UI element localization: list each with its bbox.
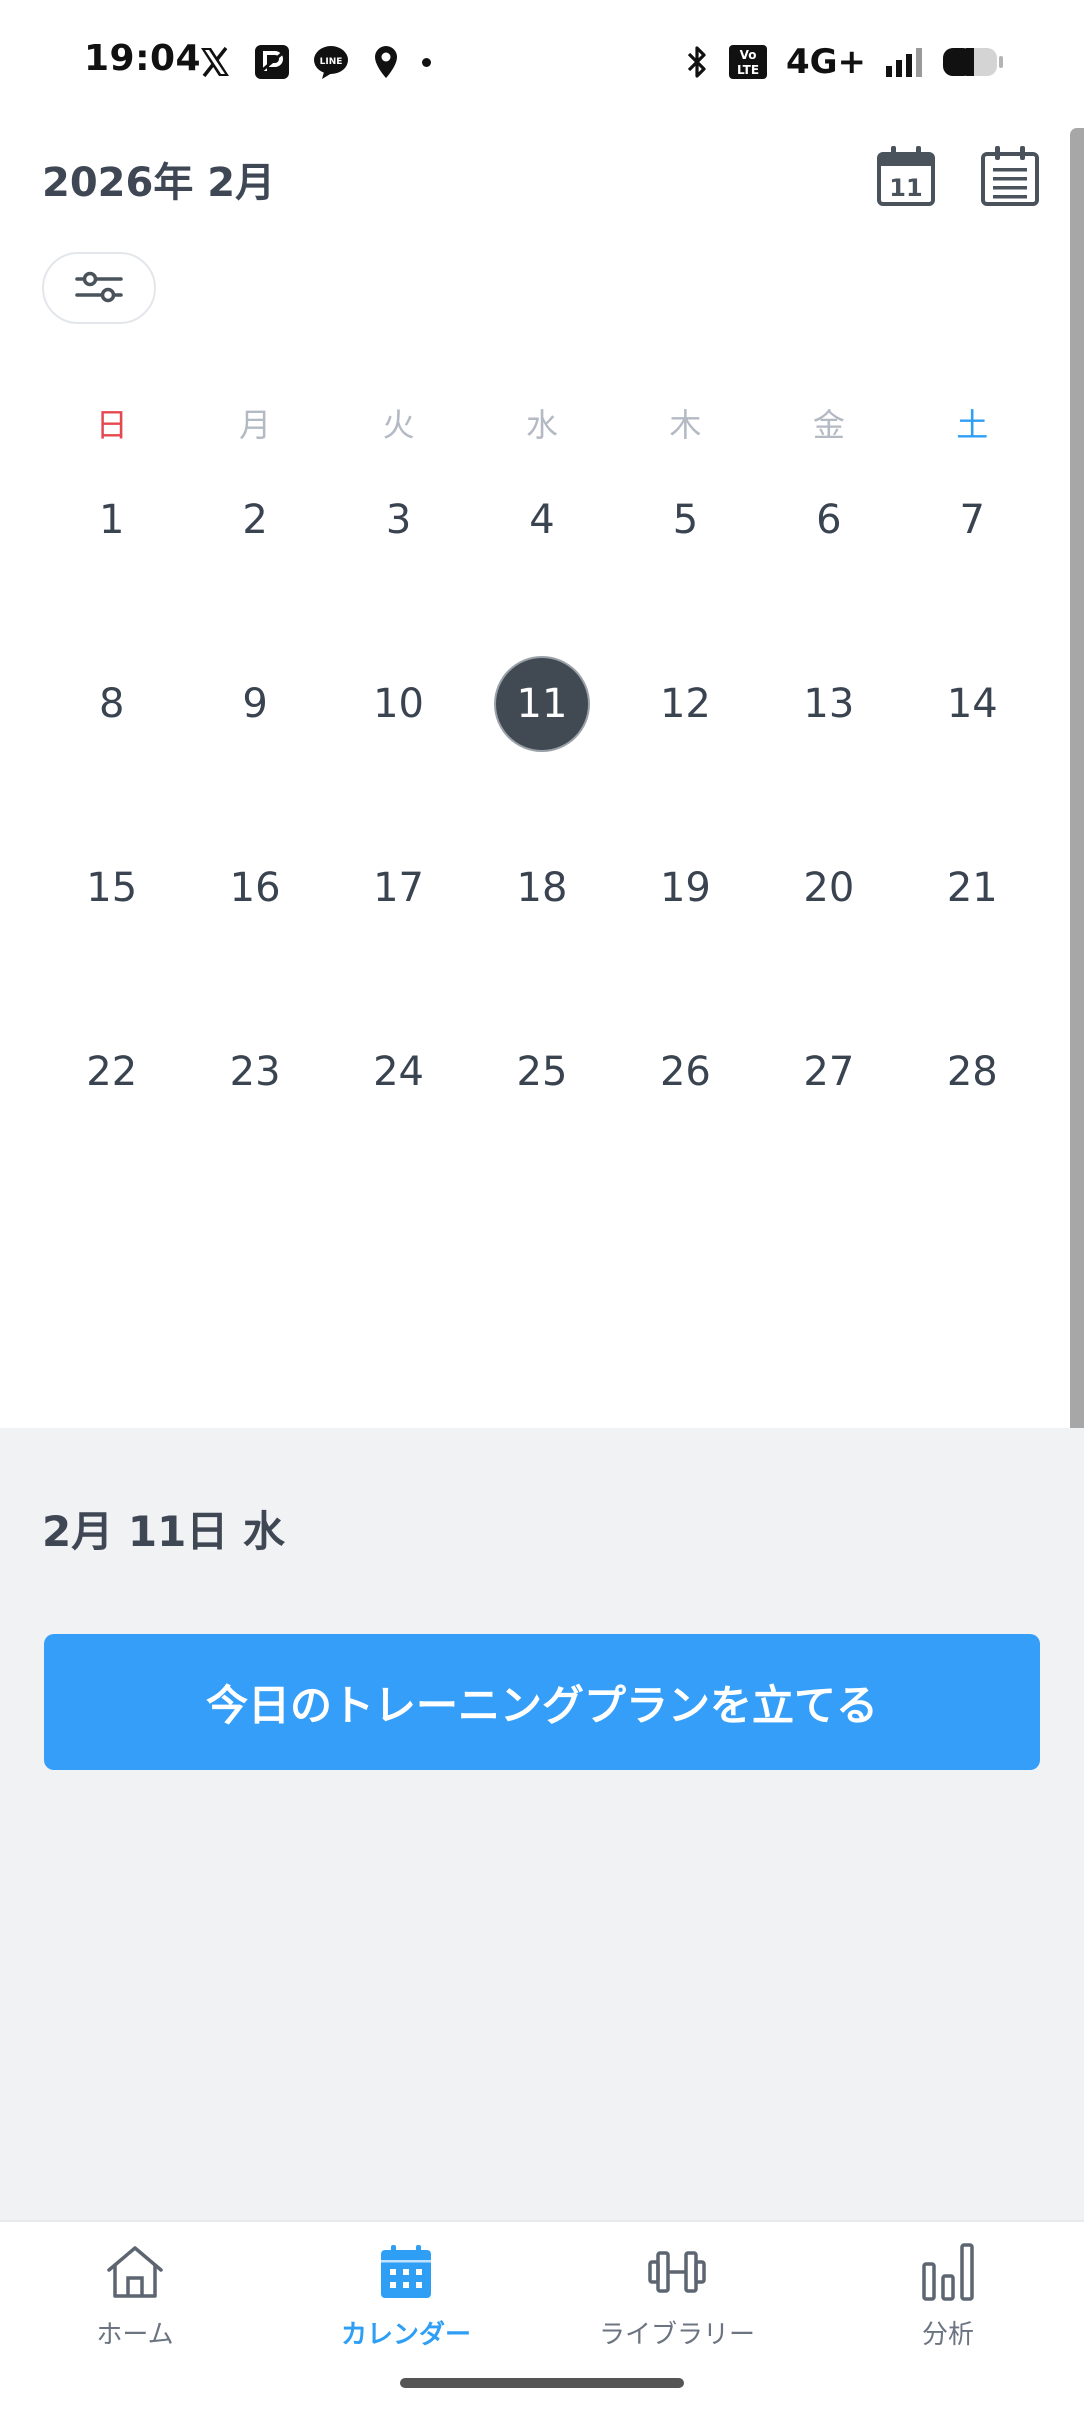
- status-time: 19:04: [84, 38, 202, 79]
- calendar-day[interactable]: 4: [470, 474, 613, 658]
- weekday-saturday: 土: [956, 406, 989, 444]
- calendar-day[interactable]: 17: [327, 842, 470, 1026]
- calendar-day[interactable]: 6: [757, 474, 900, 658]
- calendar-day[interactable]: 28: [901, 1026, 1044, 1210]
- calendar-day[interactable]: 3: [327, 474, 470, 658]
- day-detail-panel: 2月 11日 水 今日のトレーニングプランを立てる: [0, 1428, 1084, 2220]
- bar-chart-icon: [916, 2240, 980, 2304]
- svg-text:Vo: Vo: [740, 48, 757, 62]
- tab-calendar[interactable]: カレンダー: [286, 2240, 526, 2351]
- today-button[interactable]: 11: [874, 145, 938, 209]
- today-icon-number: 11: [889, 174, 922, 202]
- tab-library-label: ライブラリー: [598, 2320, 755, 2350]
- line-icon: LINE: [312, 44, 350, 80]
- weekday-friday: 金: [812, 406, 845, 444]
- x-logo-icon: [198, 45, 232, 79]
- status-bar: 19:04 LINE Vo LTE 4G+: [0, 0, 1084, 120]
- location-icon: [372, 44, 400, 80]
- calendar-day[interactable]: 13: [757, 658, 900, 842]
- calendar-today-icon: 11: [875, 144, 937, 211]
- home-icon: [103, 2240, 167, 2304]
- tab-calendar-label: カレンダー: [340, 2320, 471, 2350]
- calendar-day[interactable]: 7: [901, 474, 1044, 658]
- sliders-icon: [73, 267, 125, 310]
- tab-home-label: ホーム: [96, 2320, 174, 2350]
- calendar-day[interactable]: 25: [470, 1026, 613, 1210]
- weekday-tuesday: 火: [382, 406, 415, 444]
- dumbbell-icon: [645, 2240, 709, 2304]
- calendar-day[interactable]: 10: [327, 658, 470, 842]
- calendar-day[interactable]: 27: [757, 1026, 900, 1210]
- calendar-day[interactable]: 12: [614, 658, 757, 842]
- weekday-monday: 月: [239, 406, 272, 444]
- calendar-day[interactable]: 2: [183, 474, 326, 658]
- notification-icons: LINE: [198, 38, 431, 86]
- calendar-day[interactable]: 9: [183, 658, 326, 842]
- svg-text:LINE: LINE: [320, 57, 343, 67]
- system-status-icons: Vo LTE 4G+: [684, 38, 1004, 86]
- calendar-day[interactable]: 24: [327, 1026, 470, 1210]
- selected-date-label: 2月 11日 水: [42, 1507, 285, 1556]
- tab-library[interactable]: ライブラリー: [557, 2240, 797, 2351]
- calendar-day[interactable]: 8: [40, 658, 183, 842]
- month-view-button[interactable]: [978, 145, 1042, 209]
- weekday-header: 日 月 火 水 木 金 土: [40, 400, 1044, 446]
- calendar-day[interactable]: 1: [40, 474, 183, 658]
- signal-icon: [884, 46, 924, 78]
- paypay-icon: [254, 44, 290, 80]
- filter-button[interactable]: [42, 252, 156, 324]
- calendar-day[interactable]: 22: [40, 1026, 183, 1210]
- calendar-list-icon: [979, 144, 1041, 211]
- create-training-plan-button[interactable]: 今日のトレーニングプランを立てる: [44, 1634, 1040, 1770]
- calendar-day[interactable]: 16: [183, 842, 326, 1026]
- calendar-grid: 1 2 3 4 5 6 7 8 9 10 11 12 13 14 15 16 1…: [40, 474, 1044, 1210]
- calendar-icon: [374, 2240, 438, 2304]
- calendar-day-selected[interactable]: 11: [470, 658, 613, 842]
- dot-icon: [422, 57, 431, 67]
- weekday-thursday: 木: [669, 406, 702, 444]
- bluetooth-icon: [684, 43, 710, 81]
- network-type: 4G+: [785, 42, 866, 82]
- calendar-day[interactable]: 14: [901, 658, 1044, 842]
- scrollbar[interactable]: [1070, 128, 1084, 1618]
- home-indicator[interactable]: [400, 2378, 684, 2388]
- month-title: 2026年 2月: [42, 160, 276, 206]
- volte-icon: Vo LTE: [728, 44, 768, 80]
- calendar-day[interactable]: 23: [183, 1026, 326, 1210]
- tab-analytics[interactable]: 分析: [828, 2240, 1068, 2351]
- battery-icon: [942, 46, 1004, 78]
- tab-analytics-label: 分析: [921, 2320, 974, 2350]
- calendar-day[interactable]: 20: [757, 842, 900, 1026]
- calendar-day[interactable]: 19: [614, 842, 757, 1026]
- calendar-day[interactable]: 26: [614, 1026, 757, 1210]
- calendar-day[interactable]: 5: [614, 474, 757, 658]
- weekday-sunday: 日: [95, 406, 128, 444]
- weekday-wednesday: 水: [525, 406, 558, 444]
- svg-text:LTE: LTE: [737, 63, 759, 77]
- tab-home[interactable]: ホーム: [15, 2240, 255, 2351]
- calendar-day[interactable]: 21: [901, 842, 1044, 1026]
- calendar-day[interactable]: 18: [470, 842, 613, 1026]
- calendar-day[interactable]: 15: [40, 842, 183, 1026]
